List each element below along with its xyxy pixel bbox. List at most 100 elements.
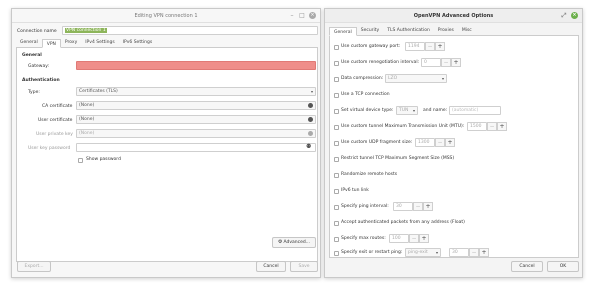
exit-restart-ping-checkbox[interactable] [334,251,339,256]
auth-type-dropdown[interactable]: Certificates (TLS) ▾ [76,87,316,96]
save-button[interactable]: Save [290,261,318,272]
mss-label: Restrict tunnel TCP Maximum Segment Size… [341,156,455,161]
virtual-device-checkbox[interactable] [334,109,339,114]
user-private-key-chooser[interactable]: (None) [76,129,316,138]
password-options-icon[interactable]: ⚉ [306,143,311,150]
custom-gateway-port-checkbox[interactable] [334,45,339,50]
ca-certificate-label: CA certificate [42,104,73,109]
udp-fragment-decrement[interactable]: − [435,138,445,147]
tab-ipv6-settings[interactable]: IPv6 Settings [119,38,156,47]
ping-interval-decrement[interactable]: − [413,202,423,211]
tab-misc[interactable]: Misc [458,26,476,35]
mtu-decrement[interactable]: − [487,122,497,131]
exit-restart-increment[interactable]: + [479,248,489,257]
openvpn-advanced-options-window: OpenVPN Advanced Options ⤢ × General Sec… [324,8,583,278]
gateway-port-increment[interactable]: + [435,42,445,51]
udp-fragment-input[interactable]: 1300 [415,138,435,147]
renegotiation-interval-input[interactable]: 0 [421,58,441,67]
tab-general[interactable]: General [16,38,42,47]
advanced-button[interactable]: ⚙Advanced... [272,237,316,248]
private-key-file-icon[interactable] [308,131,313,136]
ipv6-tun-link-checkbox[interactable] [334,189,339,194]
float-label: Accept authenticated packets from any ad… [341,220,465,225]
type-label: Type: [28,90,40,95]
chevron-down-icon: ▾ [441,76,444,81]
tab-proxy[interactable]: Proxy [61,38,81,47]
tab-vpn[interactable]: VPN [41,39,61,48]
cancel-button[interactable]: Cancel [511,261,543,272]
tab-tls-authentication[interactable]: TLS Authentication [383,26,434,35]
left-titlebar: Editing VPN connection 1 – □ × [12,9,320,23]
renegotiation-increment[interactable]: + [451,58,461,67]
ping-interval-input[interactable]: 30 [393,202,413,211]
restore-icon[interactable]: ⤢ [561,12,567,19]
udp-fragment-increment[interactable]: + [445,138,455,147]
max-routes-input[interactable]: 100 [389,234,409,243]
user-key-password-input[interactable] [76,143,316,152]
max-routes-decrement[interactable]: − [409,234,419,243]
export-button[interactable]: Export... [17,261,51,272]
minimize-icon[interactable]: – [289,12,295,19]
show-password-checkbox[interactable] [78,158,83,163]
exit-restart-ping-dropdown[interactable]: ping-exit ▾ [405,248,441,257]
renegotiation-interval-label: Use custom renegotiation interval: [341,60,420,65]
mtu-increment[interactable]: + [497,122,507,131]
renegotiation-decrement[interactable]: − [441,58,451,67]
mss-checkbox[interactable] [334,157,339,162]
maximize-icon[interactable]: □ [299,12,305,19]
connection-name-input[interactable]: VPN connection 1 [62,26,318,35]
max-routes-increment[interactable]: + [419,234,429,243]
tab-ipv4-settings[interactable]: IPv4 Settings [81,38,118,47]
virtual-device-type-dropdown[interactable]: TUN ▾ [396,106,418,115]
tcp-connection-label: Use a TCP connection [341,92,390,97]
float-checkbox[interactable] [334,221,339,226]
tcp-connection-checkbox[interactable] [334,93,339,98]
mtu-input[interactable]: 1500 [467,122,487,131]
authentication-heading: Authentication [22,78,60,83]
user-certificate-label: User certificate [38,118,73,123]
ping-interval-increment[interactable]: + [423,202,433,211]
exit-restart-decrement[interactable]: − [469,248,479,257]
user-cert-file-icon[interactable] [308,117,313,122]
custom-gateway-port-label: Use custom gateway port: [341,44,401,49]
gateway-input[interactable] [76,61,316,70]
tab-general[interactable]: General [329,27,357,36]
tab-proxies[interactable]: Proxies [434,26,458,35]
user-key-password-label: User key password [28,146,71,151]
mtu-checkbox[interactable] [334,125,339,130]
general-heading: General [22,53,42,58]
virtual-device-label: Set virtual device type: [341,108,394,113]
right-titlebar: OpenVPN Advanced Options ⤢ × [325,9,582,23]
ca-file-icon[interactable] [308,103,313,108]
right-window-title: OpenVPN Advanced Options [413,12,494,19]
chevron-down-icon: ▾ [435,250,438,255]
data-compression-dropdown[interactable]: LZO ▾ [385,74,447,83]
close-icon[interactable]: × [309,12,316,19]
right-tab-bar: General Security TLS Authentication Prox… [329,27,579,36]
ipv6-tun-link-label: IPv6 tun link [341,188,369,193]
udp-fragment-checkbox[interactable] [334,141,339,146]
gateway-port-decrement[interactable]: − [425,42,435,51]
data-compression-label: Data compression: [341,76,384,81]
renegotiation-interval-checkbox[interactable] [334,61,339,66]
close-icon[interactable]: × [571,12,578,19]
gateway-port-input[interactable]: 1194 [405,42,425,51]
max-routes-checkbox[interactable] [334,237,339,242]
user-private-key-label: User private key [36,132,73,137]
ok-button[interactable]: OK [547,261,579,272]
user-certificate-chooser[interactable]: (None) [76,115,316,124]
exit-restart-ping-label: Specify exit or restart ping: [341,250,403,255]
mtu-label: Use custom tunnel Maximum Transmission U… [341,124,465,129]
virtual-device-name-input[interactable]: (automatic) [449,106,501,115]
ping-interval-checkbox[interactable] [334,205,339,210]
show-password-label: Show password [86,157,121,162]
vpn-tab-panel [16,48,318,262]
tab-security[interactable]: Security [357,26,383,35]
chevron-down-icon: ▾ [412,108,415,113]
exit-restart-ping-input[interactable]: 30 [449,248,469,257]
ca-certificate-chooser[interactable]: (None) [76,101,316,110]
gateway-label: Gateway: [28,64,50,69]
randomize-hosts-checkbox[interactable] [334,173,339,178]
data-compression-checkbox[interactable] [334,77,339,82]
cancel-button[interactable]: Cancel [256,261,286,272]
